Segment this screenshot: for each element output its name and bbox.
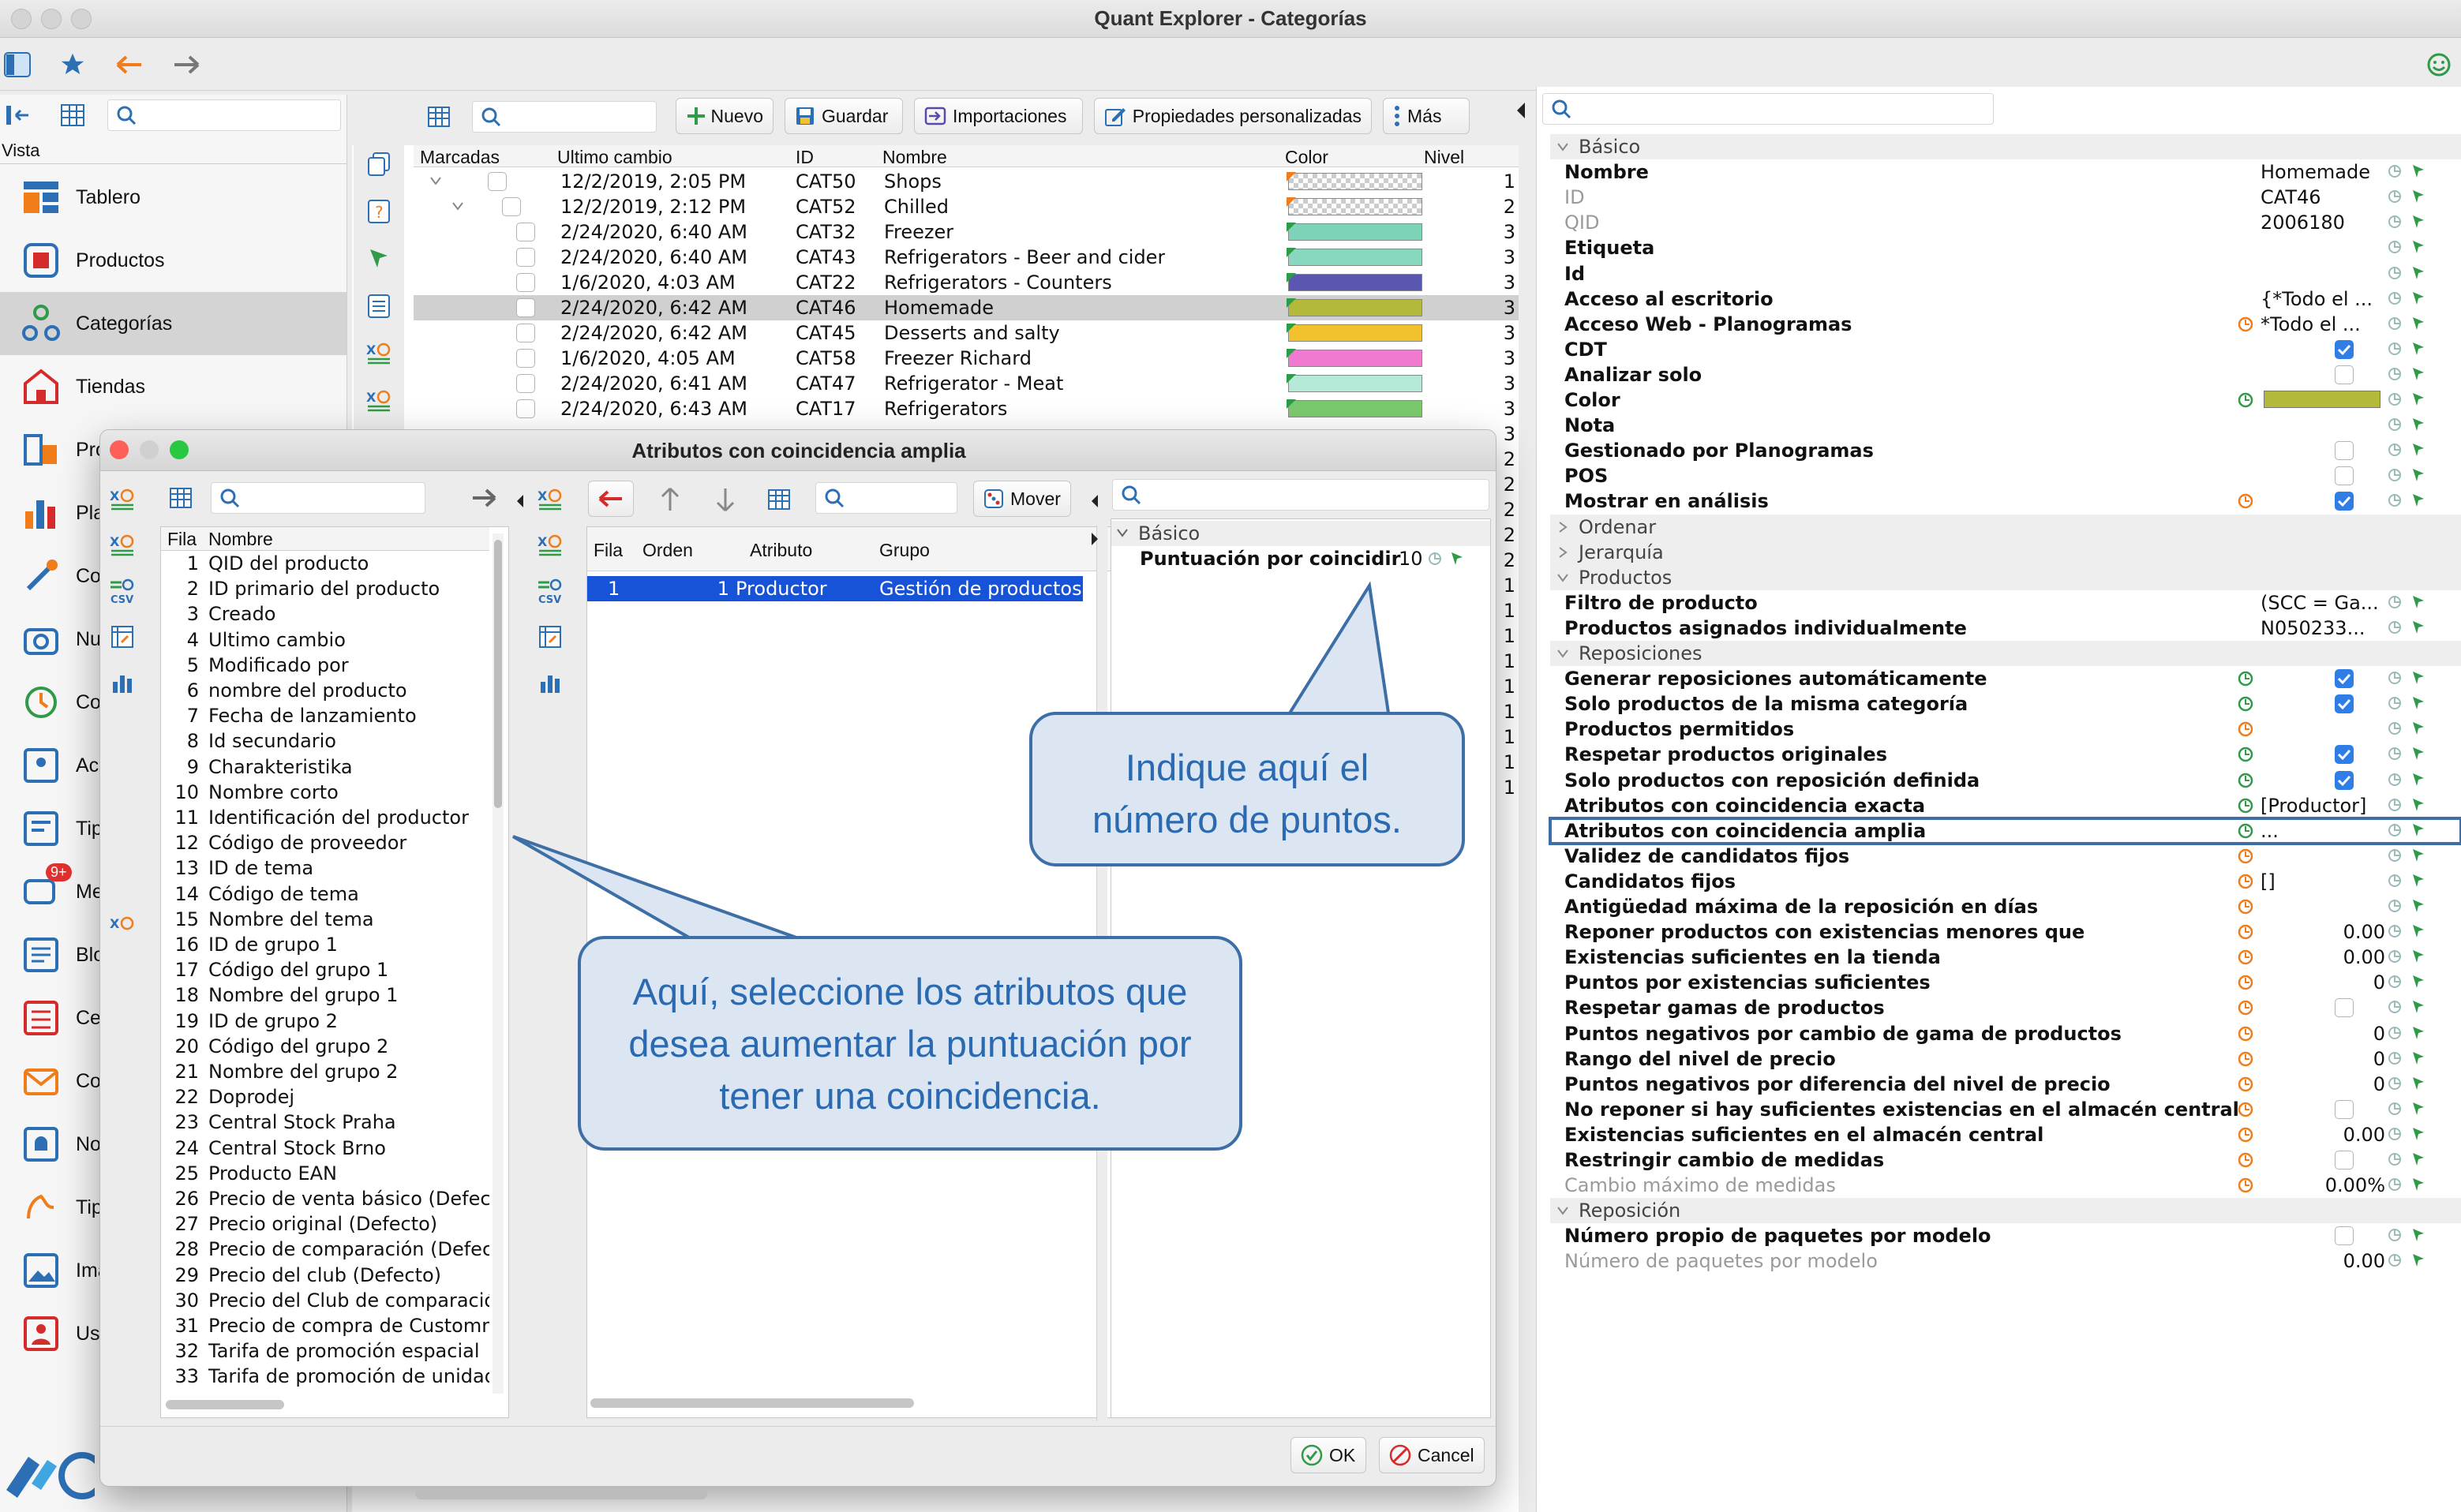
attributes-callout: Aquí, seleccione los atributos que desea… (578, 936, 1242, 1151)
points-callout: Indique aquí el número de puntos. (1029, 712, 1465, 866)
